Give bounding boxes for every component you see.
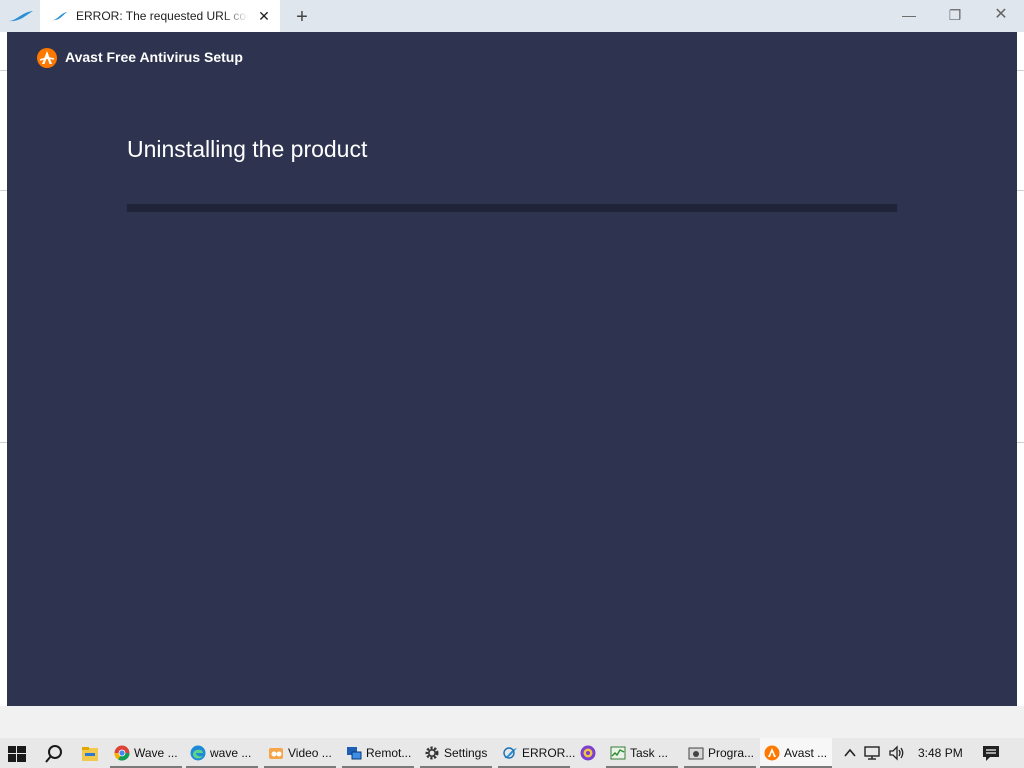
taskbar-item-video[interactable]: Video ... [264,738,336,768]
avast-logo-icon [37,48,57,68]
uninstall-progress-bar [127,204,897,212]
taskbar-item-task-manager[interactable]: Task ... [606,738,678,768]
close-window-button[interactable]: ✕ [986,4,1016,26]
chrome-icon [114,745,130,761]
file-explorer-icon[interactable] [80,744,100,764]
browser-tab[interactable]: ERROR: The requested URL could not be re… [40,0,280,32]
page-title: Uninstalling the product [127,136,368,162]
taskbar-item-chrome[interactable]: Wave ... [110,738,182,768]
setup-title: Avast Free Antivirus Setup [65,49,243,65]
taskbar-item-label: Progra... [708,746,755,760]
task-manager-icon [610,746,626,760]
tab-close-icon[interactable]: ✕ [256,8,272,24]
avast-icon [764,745,780,761]
purple-app-icon[interactable] [580,745,596,761]
page-divider [1017,190,1024,191]
page-divider [1017,70,1024,71]
video-app-icon [269,748,283,759]
taskbar-item-label: Task ... [630,746,669,760]
search-icon[interactable] [44,744,64,764]
windows-start-icon[interactable] [8,746,26,762]
taskbar-item-browser[interactable]: ERROR... [498,738,575,768]
remote-desktop-icon [347,747,362,760]
browser-icon [503,747,517,759]
taskbar-item-label: Wave ... [134,746,178,760]
avast-setup-window: Avast Free Antivirus Setup Uninstalling … [7,32,1017,706]
page-background-footer [0,706,1024,740]
network-icon[interactable] [864,745,882,761]
taskbar-item-label: Remot... [366,746,412,760]
taskbar-item-label: Video ... [288,746,332,760]
programs-icon [688,747,704,760]
edge-icon [190,745,206,761]
system-clock[interactable]: 3:48 PM [918,746,963,760]
taskbar-item-label: Settings [444,746,488,760]
browser-tab-strip: ERROR: The requested URL could not be re… [0,0,1024,32]
tab-title: ERROR: The requested URL could not be re… [76,9,248,23]
page-divider [1017,442,1024,443]
new-tab-button[interactable]: + [292,7,312,27]
volume-icon[interactable] [888,745,906,761]
tab-favicon-icon [53,12,67,21]
taskbar-item-settings[interactable]: Settings [420,738,492,768]
taskbar: Wave ... wave ... Video ... Remot... Set… [0,738,1024,768]
notification-icon[interactable] [982,744,1000,762]
taskbar-item-label: ERROR... [522,746,576,760]
taskbar-item-remote[interactable]: Remot... [342,738,414,768]
taskbar-item-edge[interactable]: wave ... [186,738,258,768]
taskbar-item-label: Avast ... [784,746,828,760]
restore-button[interactable]: ❐ [940,4,970,26]
taskbar-item-programs[interactable]: Progra... [684,738,756,768]
taskbar-item-avast[interactable]: Avast ... [760,738,832,768]
gear-icon [425,746,439,760]
minimize-button[interactable]: — [894,4,924,26]
chevron-up-icon[interactable] [842,745,858,761]
taskbar-item-label: wave ... [210,746,252,760]
browser-logo-icon[interactable] [8,8,34,24]
